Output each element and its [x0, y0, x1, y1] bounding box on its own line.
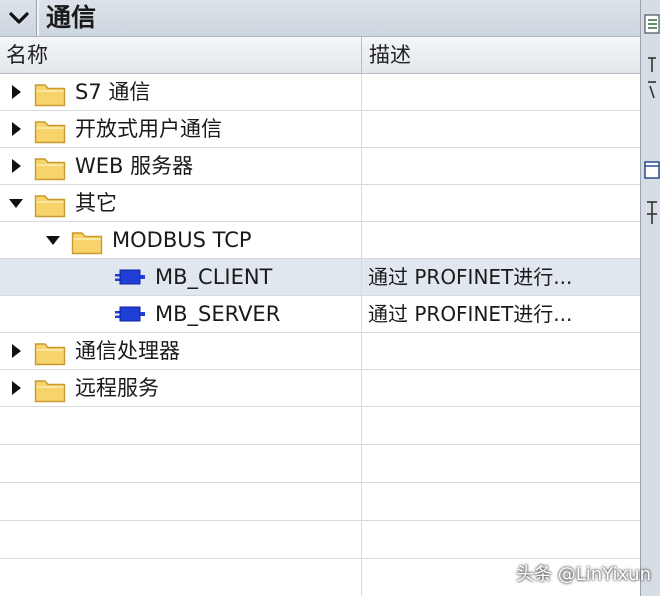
column-divider: [361, 185, 362, 221]
column-divider: [361, 222, 362, 258]
function-block-icon: [115, 306, 145, 322]
tree-row[interactable]: MODBUS TCP: [0, 222, 640, 259]
tree-item-label: 通信处理器: [75, 339, 180, 363]
titlebar-divider: [36, 0, 39, 36]
panel-icon[interactable]: [643, 160, 660, 182]
column-divider: [361, 483, 362, 520]
column-divider: [361, 445, 362, 482]
column-divider: [361, 111, 362, 147]
function-block-icon: [115, 269, 145, 285]
vertical-tab-mark-icon[interactable]: [645, 198, 659, 228]
tree-row[interactable]: S7 通信: [0, 74, 640, 111]
triangle-down-icon[interactable]: [45, 232, 61, 248]
tree-item-label: MODBUS TCP: [112, 228, 252, 252]
column-header-description[interactable]: 描述: [369, 37, 411, 73]
column-divider: [361, 74, 362, 110]
column-divider: [361, 259, 362, 295]
empty-row: [0, 521, 640, 559]
column-divider: [361, 370, 362, 406]
tree-item-description: 通过 PROFINET进行...: [368, 265, 573, 289]
tree-item-label: 其它: [75, 191, 117, 215]
tree-row[interactable]: MB_CLIENT 通过 PROFINET进行...: [0, 259, 640, 296]
tree-row[interactable]: 通信处理器: [0, 333, 640, 370]
triangle-right-icon[interactable]: [8, 158, 24, 174]
screenshot-frame: 通信 名称 描述 S7 通信开放式用户通信 WEB 服务器 其它 MODBUS TCP…: [0, 0, 660, 596]
tree-row[interactable]: 其它: [0, 185, 640, 222]
triangle-right-icon[interactable]: [8, 343, 24, 359]
tree-row[interactable]: WEB 服务器: [0, 148, 640, 185]
tree-row[interactable]: 开放式用户通信: [0, 111, 640, 148]
triangle-right-icon[interactable]: [8, 84, 24, 100]
triangle-right-icon[interactable]: [8, 121, 24, 137]
empty-row: [0, 407, 640, 445]
tree-item-description: 通过 PROFINET进行...: [368, 302, 573, 326]
folder-icon: [71, 232, 103, 255]
column-header: 名称 描述: [0, 37, 640, 74]
column-divider: [361, 296, 362, 332]
column-divider: [361, 521, 362, 558]
folder-icon: [34, 343, 66, 366]
triangle-right-icon[interactable]: [8, 380, 24, 396]
tree-item-label: MB_SERVER: [155, 302, 281, 326]
folder-icon: [34, 158, 66, 181]
tree-item-label: WEB 服务器: [75, 154, 194, 178]
folder-icon: [34, 195, 66, 218]
panel-title: 通信: [46, 3, 97, 32]
empty-row: [0, 483, 640, 521]
chevron-down-icon[interactable]: [6, 4, 32, 32]
right-side-strip[interactable]: [640, 0, 660, 596]
column-divider: [361, 333, 362, 369]
folder-icon: [34, 84, 66, 107]
column-divider: [361, 559, 362, 596]
column-header-name[interactable]: 名称: [6, 37, 48, 73]
folder-icon: [34, 121, 66, 144]
tree-row[interactable]: MB_SERVER 通过 PROFINET进行...: [0, 296, 640, 333]
tree-item-label: 开放式用户通信: [75, 117, 222, 141]
tree-list: S7 通信开放式用户通信 WEB 服务器 其它 MODBUS TCP MB_CLIENT…: [0, 74, 640, 596]
list-icon[interactable]: [644, 14, 660, 34]
folder-icon: [34, 380, 66, 403]
instructions-panel: 通信 名称 描述 S7 通信开放式用户通信 WEB 服务器 其它 MODBUS TCP…: [0, 0, 640, 596]
empty-row: [0, 445, 640, 483]
column-divider: [361, 407, 362, 444]
column-divider: [361, 148, 362, 184]
column-divider[interactable]: [361, 37, 362, 73]
tree-item-label: MB_CLIENT: [155, 265, 273, 289]
watermark: 头条 @LinYixun: [516, 564, 651, 585]
tree-row[interactable]: 远程服务: [0, 370, 640, 407]
vertical-tab-marks-icon[interactable]: [644, 52, 660, 112]
panel-titlebar: 通信: [0, 0, 640, 37]
triangle-down-icon[interactable]: [8, 195, 24, 211]
tree-item-label: 远程服务: [75, 376, 159, 400]
tree-item-label: S7 通信: [75, 80, 151, 104]
